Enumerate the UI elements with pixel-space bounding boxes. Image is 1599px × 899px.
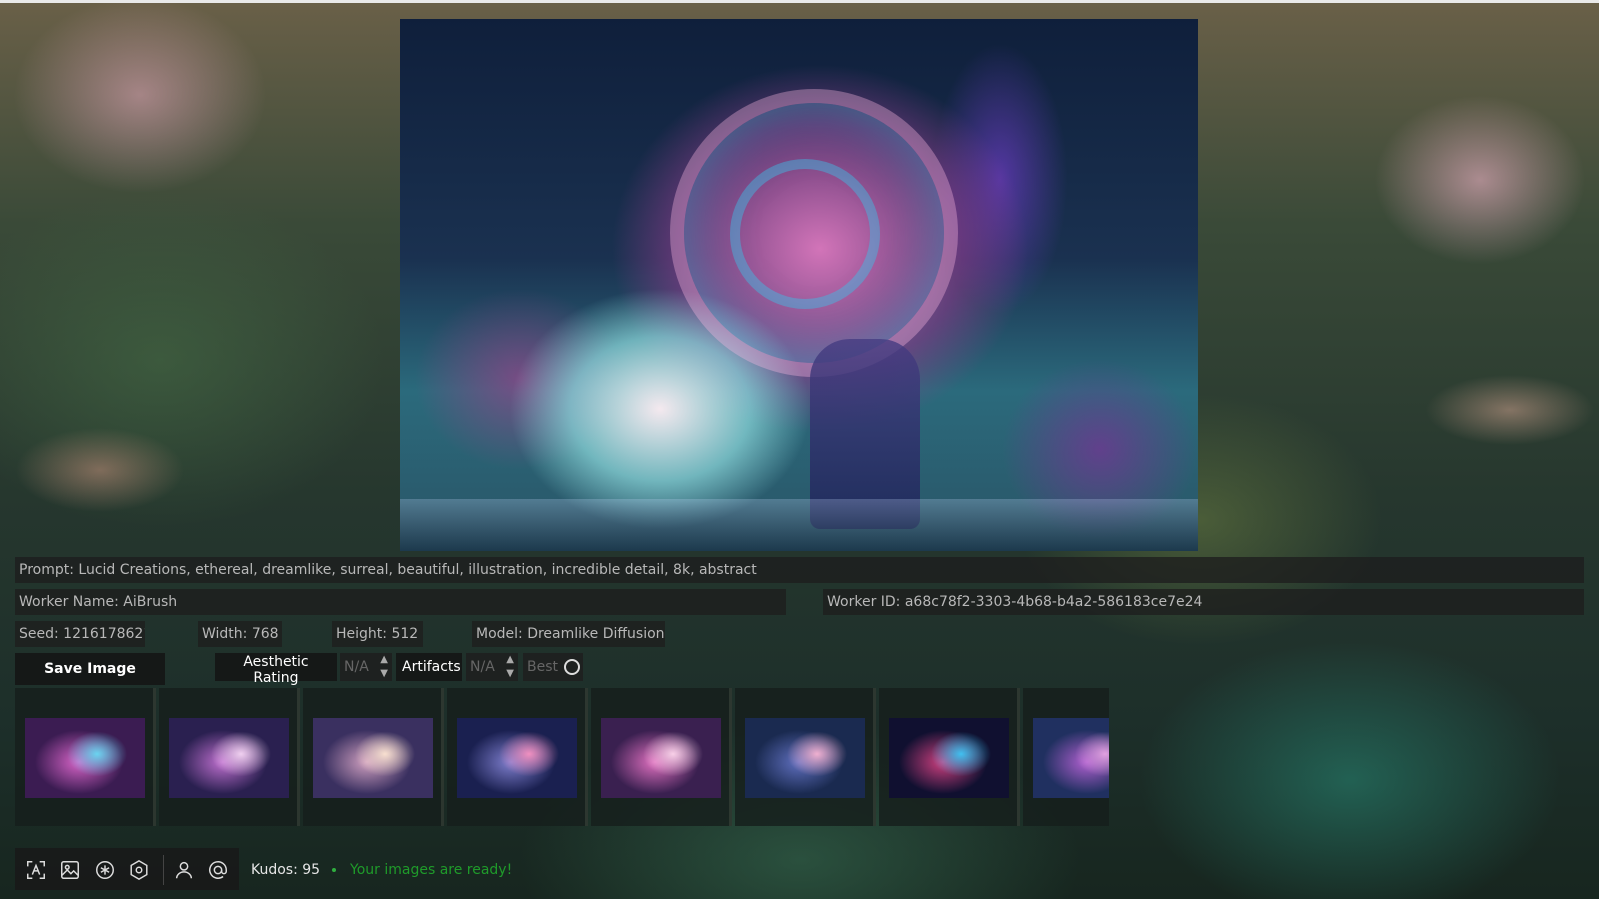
toolbar-separator	[163, 855, 164, 885]
thumbnail-image[interactable]	[313, 718, 433, 798]
thumbnail-image[interactable]	[1033, 718, 1109, 798]
thumbnail-item[interactable]	[879, 688, 1020, 826]
thumbnail-item[interactable]	[591, 688, 732, 826]
asterisk-icon[interactable]	[93, 858, 117, 882]
aesthetic-rating-select[interactable]: N/A ▲ ▼	[340, 653, 392, 681]
thumbnail-item[interactable]	[159, 688, 300, 826]
main-generated-image	[400, 19, 1198, 551]
select-arrows-icon: ▲ ▼	[380, 654, 388, 679]
worker-name-field: Worker Name: AiBrush	[15, 589, 786, 615]
artifacts-select-value: N/A	[470, 659, 495, 675]
save-image-button[interactable]: Save Image	[15, 653, 165, 685]
seed-field: Seed: 1216178621	[15, 621, 145, 647]
thumbnail-strip	[15, 688, 1109, 826]
thumbnail-item[interactable]	[15, 688, 156, 826]
text-to-image-icon[interactable]	[24, 858, 48, 882]
thumbnail-image[interactable]	[169, 718, 289, 798]
aesthetic-rating-button[interactable]: Aesthetic Rating	[215, 653, 337, 686]
status-message: Your images are ready!	[350, 862, 513, 878]
thumbnail-item[interactable]	[447, 688, 588, 826]
best-toggle[interactable]: Best	[523, 653, 583, 681]
at-icon[interactable]	[206, 858, 230, 882]
thumbnail-image[interactable]	[457, 718, 577, 798]
thumbnail-item[interactable]	[1023, 688, 1109, 826]
artifacts-button[interactable]: Artifacts	[396, 653, 462, 681]
status-dot	[332, 868, 336, 872]
window-top-edge	[0, 0, 1599, 3]
width-field: Width: 768	[198, 621, 282, 647]
image-icon[interactable]	[58, 858, 82, 882]
select-arrows-icon: ▲ ▼	[506, 654, 514, 679]
thumbnail-item[interactable]	[735, 688, 876, 826]
user-icon[interactable]	[172, 858, 196, 882]
artifacts-select[interactable]: N/A ▲ ▼	[466, 653, 518, 681]
thumbnail-image[interactable]	[745, 718, 865, 798]
aesthetic-rating-select-value: N/A	[344, 659, 369, 675]
height-field: Height: 512	[332, 621, 423, 647]
image-swirl-inner	[730, 159, 880, 309]
image-reflection	[400, 499, 1198, 551]
kudos-count: Kudos: 95	[251, 862, 321, 878]
thumbnail-item[interactable]	[303, 688, 444, 826]
best-label: Best	[527, 659, 559, 675]
prompt-field: Prompt: Lucid Creations, ethereal, dream…	[15, 557, 1584, 583]
settings-icon[interactable]	[127, 858, 151, 882]
worker-id-field: Worker ID: a68c78f2-3303-4b68-b4a2-58618…	[823, 589, 1584, 615]
thumbnail-image[interactable]	[601, 718, 721, 798]
thumbnail-image[interactable]	[25, 718, 145, 798]
model-field: Model: Dreamlike Diffusion	[472, 621, 665, 647]
thumbnail-image[interactable]	[889, 718, 1009, 798]
best-radio[interactable]	[564, 659, 580, 675]
